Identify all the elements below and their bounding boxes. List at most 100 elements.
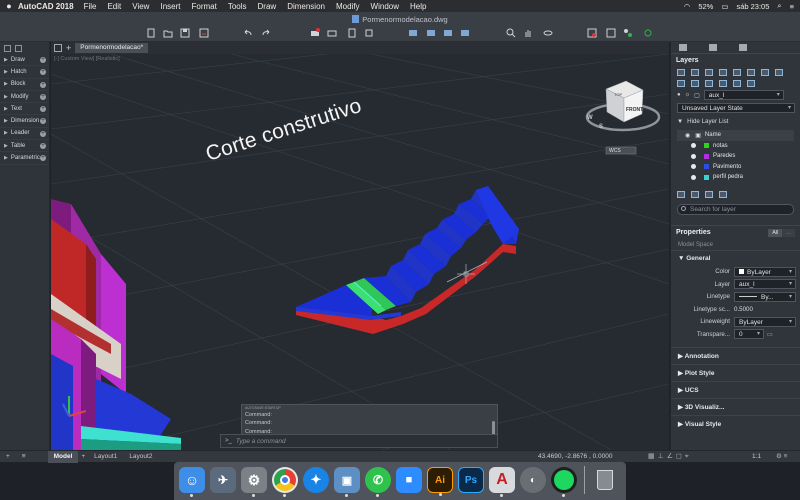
spotify-icon[interactable] [551, 467, 577, 497]
search-icon[interactable]: ⌕ [777, 1, 781, 11]
preview-icon[interactable]: ▣ [334, 467, 360, 497]
name-column-header[interactable]: Name [705, 132, 721, 138]
redo-icon[interactable] [261, 28, 271, 38]
autocad-app-icon[interactable]: ◐ [520, 467, 546, 493]
launchpad-icon[interactable]: ✈ [210, 467, 236, 493]
save-icon[interactable] [180, 28, 190, 38]
layer-row[interactable]: notas [677, 141, 794, 152]
autocad-icon[interactable]: A [489, 467, 515, 497]
add-icon[interactable]: + [40, 130, 46, 137]
add-icon[interactable]: + [40, 93, 46, 100]
filter-other-button[interactable]: ... [782, 228, 795, 237]
layer-row[interactable]: Paredes [677, 151, 794, 162]
3d-visualization-section[interactable]: ▶ 3D Visualiz... [671, 397, 800, 415]
clock[interactable]: sáb 23:05 [736, 2, 769, 11]
layer-settings-icon[interactable] [705, 190, 713, 198]
layer-lock-small-icon[interactable]: ▢ [694, 92, 700, 99]
transparency-slider-icon[interactable]: ▭ [767, 331, 773, 338]
menu-format[interactable]: Format [191, 2, 216, 11]
linetype-scale-value[interactable]: 0.5000 [734, 306, 796, 313]
properties-tab-icon[interactable] [709, 44, 717, 51]
filter-all-button[interactable]: All [768, 228, 783, 237]
new-layer-frozen-icon[interactable] [691, 69, 699, 76]
photoshop-icon[interactable]: Ps [458, 467, 484, 493]
layer-merge-icon[interactable] [719, 80, 727, 87]
layer-filter-new-icon[interactable] [677, 190, 685, 198]
layer-search-input[interactable]: Search for layer [677, 203, 794, 215]
layer-tool-2-icon[interactable] [426, 28, 436, 38]
palette-item-parametric[interactable]: ▶ Parametric + [0, 152, 49, 165]
open-file-icon[interactable] [163, 28, 173, 38]
layer-tool-4-icon[interactable] [460, 28, 470, 38]
palette-view-icon[interactable] [4, 44, 11, 52]
add-icon[interactable]: + [40, 57, 46, 63]
add-layout-icon[interactable]: + [0, 453, 16, 460]
new-layout-icon[interactable]: + [78, 453, 88, 460]
layer-on-icon[interactable] [691, 143, 696, 149]
add-icon[interactable]: + [40, 155, 46, 162]
plot-style-section[interactable]: ▶ Plot Style [671, 363, 800, 381]
layer-unisolate-icon[interactable] [733, 69, 741, 76]
layer-on-icon[interactable] [691, 164, 696, 170]
apple-logo-icon[interactable]: ● [0, 1, 18, 11]
layer-select[interactable]: aux_l [734, 279, 796, 290]
wifi-icon[interactable]: ◠ [684, 2, 691, 11]
tab-drawing[interactable]: Pormenormodelacao* [75, 43, 149, 53]
trash-icon[interactable] [592, 467, 618, 493]
layer-tool-3-icon[interactable] [443, 28, 453, 38]
menu-edit[interactable]: Edit [107, 2, 121, 11]
zoom-app-icon[interactable]: ■ [396, 467, 422, 493]
palette-item-modify[interactable]: ▶ Modify + [0, 91, 49, 104]
palette-grid-icon[interactable] [15, 44, 22, 52]
publish-icon[interactable] [347, 28, 357, 38]
menu-view[interactable]: View [132, 2, 149, 11]
blocks-tab-icon[interactable] [739, 44, 747, 51]
palette-item-block[interactable]: ▶ Block + [0, 79, 49, 91]
layers-tab-icon[interactable] [679, 44, 687, 51]
menu-list-icon[interactable]: ≡ [790, 2, 794, 11]
plot-icon[interactable] [310, 28, 320, 38]
layer-color-swatch[interactable] [704, 153, 709, 159]
layer-row[interactable]: perfil pedra [677, 172, 794, 183]
current-layer-select[interactable]: aux_l [703, 90, 784, 100]
general-section[interactable]: ▼ General [671, 249, 800, 266]
layer-match-icon[interactable] [691, 80, 699, 87]
layer-prev-icon[interactable] [705, 80, 713, 87]
viewcube-top-label[interactable]: TOP [614, 92, 622, 97]
whatsapp-icon[interactable]: ✆ [365, 467, 391, 497]
add-icon[interactable]: + [40, 118, 46, 125]
layer-group-icon[interactable] [691, 190, 699, 198]
batch-plot-icon[interactable] [327, 28, 337, 38]
layer-walk-icon[interactable] [677, 80, 685, 87]
menu-help[interactable]: Help [410, 2, 426, 11]
tab-layout2[interactable]: Layout2 [123, 451, 158, 463]
match-properties-icon[interactable] [606, 28, 616, 38]
lineweight-select[interactable]: ByLayer [734, 316, 796, 327]
compass-west[interactable]: W [587, 115, 593, 121]
layer-filter-icon[interactable] [747, 80, 755, 87]
layer-color-swatch[interactable] [704, 174, 709, 180]
linetype-select[interactable]: By... [734, 291, 796, 302]
menu-window[interactable]: Window [371, 2, 399, 11]
layer-visible-icon[interactable]: ● [677, 92, 681, 98]
layer-tool-icon[interactable] [408, 28, 418, 38]
command-prompt-icon[interactable]: >_ [221, 438, 236, 444]
add-icon[interactable]: + [40, 81, 46, 88]
add-icon[interactable]: + [40, 69, 46, 76]
illustrator-icon[interactable]: Ai [427, 467, 453, 496]
properties-tool-icon[interactable] [587, 28, 597, 38]
menu-draw[interactable]: Draw [258, 2, 277, 11]
palette-item-leader[interactable]: ▶ Leader + [0, 128, 49, 141]
undo-icon[interactable] [243, 28, 253, 38]
zoom-icon[interactable] [506, 28, 516, 38]
workspace-settings-icon[interactable]: ⚙ ≡ [776, 452, 787, 460]
menu-modify[interactable]: Modify [336, 2, 360, 11]
layer-color-swatch[interactable] [704, 164, 709, 170]
snap-icons[interactable]: ▦⊥∠◻⌖ [648, 452, 692, 461]
layer-color-swatch[interactable] [704, 143, 709, 149]
annotation-section[interactable]: ▶ Annotation [671, 346, 800, 364]
layer-lock-icon[interactable] [775, 69, 783, 76]
layer-states-icon[interactable] [733, 80, 741, 87]
layout-menu-icon[interactable]: ≡ [16, 453, 32, 460]
delete-layer-icon[interactable] [705, 69, 713, 76]
